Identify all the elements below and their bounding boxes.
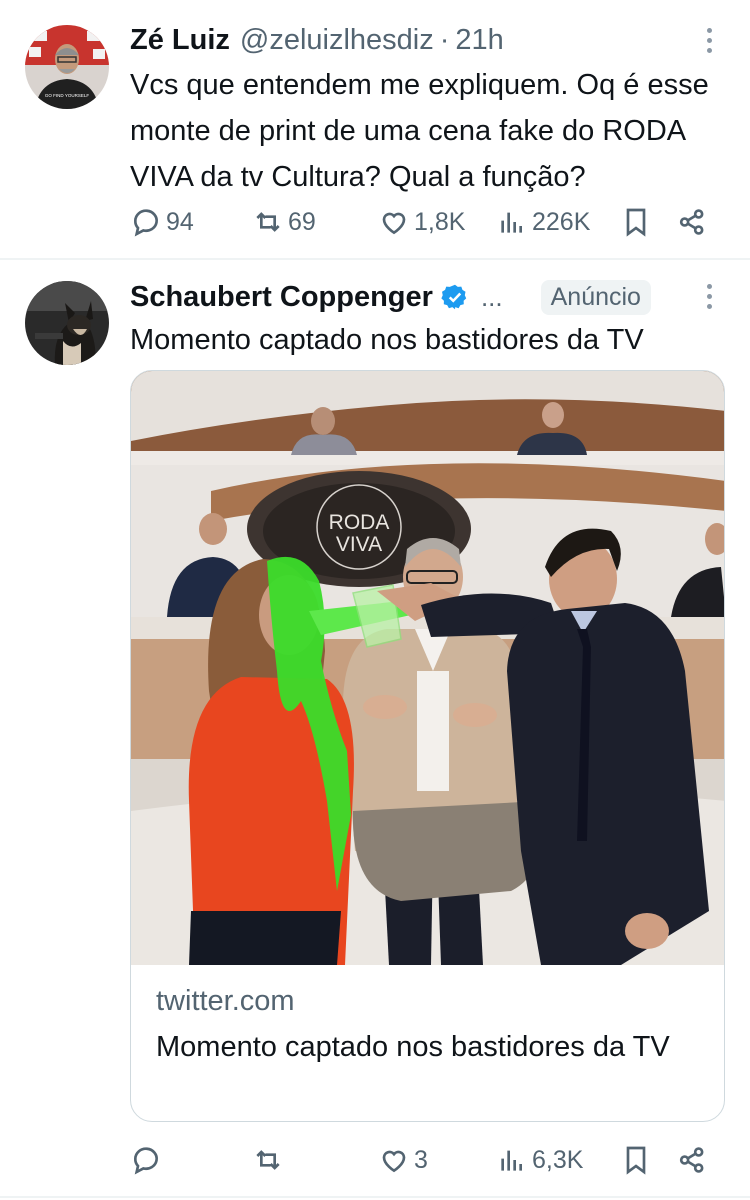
- separator-dot: ·: [439, 23, 450, 56]
- author-name[interactable]: Zé Luiz: [130, 24, 230, 57]
- retweet-button[interactable]: [252, 1138, 288, 1182]
- link-card[interactable]: RODA VIVA twitter.com Momento captado no…: [130, 370, 725, 1122]
- bookmark-button[interactable]: [620, 1138, 652, 1182]
- ad-badge: Anúncio: [540, 279, 651, 315]
- more-icon[interactable]: [704, 284, 714, 314]
- views-icon: [501, 1150, 522, 1171]
- reply-count: 94: [166, 207, 194, 236]
- action-bar: 94 69 1,8K 226K: [130, 200, 720, 244]
- like-button[interactable]: 3: [378, 1138, 428, 1182]
- share-button[interactable]: [676, 200, 708, 244]
- like-button[interactable]: 1,8K: [378, 200, 465, 244]
- views-icon: [501, 212, 522, 233]
- verified-badge-icon: [441, 284, 467, 310]
- reply-button[interactable]: [130, 1138, 166, 1182]
- views-button[interactable]: 226K: [496, 200, 590, 244]
- reply-button[interactable]: 94: [130, 200, 194, 244]
- like-icon: [382, 212, 406, 235]
- avatar[interactable]: GO FIND YOURSELF: [25, 25, 109, 109]
- card-domain[interactable]: twitter.com: [156, 985, 295, 1018]
- tweet-2-ad[interactable]: Schaubert Coppenger ... Anúncio Momento …: [0, 262, 750, 1200]
- media-image[interactable]: RODA VIVA: [131, 371, 724, 965]
- like-count: 3: [414, 1145, 428, 1174]
- author-handle[interactable]: @zeluizlhesdiz: [240, 24, 434, 57]
- reply-icon: [134, 209, 158, 237]
- views-count: 226K: [532, 207, 591, 236]
- share-button[interactable]: [676, 1138, 708, 1182]
- share-icon: [679, 209, 704, 235]
- avatar[interactable]: [25, 281, 109, 365]
- tweet-text: Momento captado nos bastidores da TV: [130, 324, 644, 356]
- roda-viva-logo-line2: VIVA: [336, 533, 382, 556]
- author-name[interactable]: Schaubert Coppenger: [130, 281, 433, 314]
- share-icon: [679, 1147, 704, 1173]
- avatar-shirt-text: GO FIND YOURSELF: [45, 93, 89, 98]
- tweet-header: Schaubert Coppenger ... Anúncio: [130, 277, 651, 317]
- tweet-divider: [0, 258, 750, 260]
- tweet-divider: [0, 1196, 750, 1198]
- retweet-button[interactable]: 69: [252, 200, 316, 244]
- tweet-text: Vcs que entendem me expliquem. Oq é esse…: [130, 69, 709, 193]
- tweet-1[interactable]: GO FIND YOURSELF Zé Luiz @zeluizlhesdiz …: [0, 0, 750, 258]
- retweet-icon: [256, 212, 280, 232]
- bookmark-icon: [626, 208, 646, 237]
- bookmark-icon: [626, 1146, 646, 1175]
- retweet-count: 69: [288, 207, 316, 236]
- retweet-icon: [256, 1150, 280, 1170]
- card-title[interactable]: Momento captado nos bastidores da TV: [156, 1027, 706, 1067]
- truncation-ellipsis: ...: [480, 281, 503, 312]
- more-icon[interactable]: [704, 28, 714, 58]
- timestamp[interactable]: 21h: [455, 24, 503, 57]
- views-count: 6,3K: [532, 1145, 584, 1174]
- tweet-header: Zé Luiz @zeluizlhesdiz · 21h: [130, 20, 504, 60]
- views-button[interactable]: 6,3K: [496, 1138, 583, 1182]
- reply-icon: [134, 1147, 158, 1175]
- roda-viva-logo-line1: RODA: [329, 511, 390, 534]
- action-bar: 3 6,3K: [130, 1138, 720, 1182]
- like-count: 1,8K: [414, 207, 466, 236]
- bookmark-button[interactable]: [620, 200, 652, 244]
- like-icon: [382, 1150, 406, 1173]
